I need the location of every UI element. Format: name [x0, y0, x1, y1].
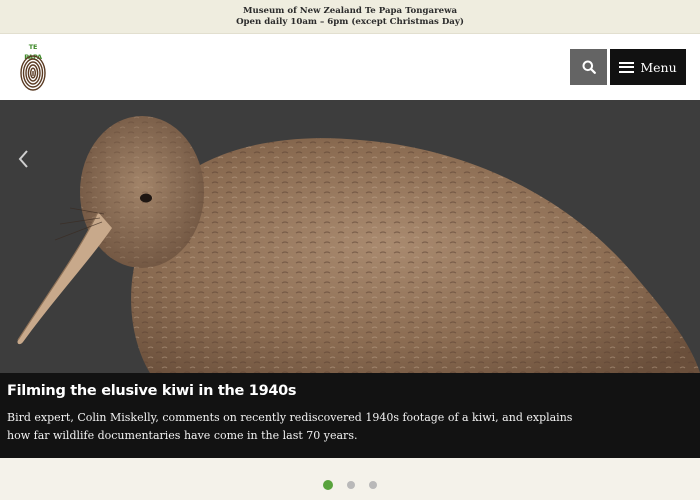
te-papa-logo[interactable]: TE PAPA [19, 42, 47, 94]
hero-carousel[interactable]: Filming the elusive kiwi in the 1940s Bi… [0, 100, 700, 458]
hero-description: Bird expert, Colin Miskelly, comments on… [7, 411, 573, 442]
carousel-pagination [0, 477, 700, 493]
museum-name: Museum of New Zealand Te Papa Tongarewa [242, 6, 458, 16]
previous-slide-button[interactable] [12, 148, 34, 170]
hero-caption: Filming the elusive kiwi in the 1940s Bi… [0, 373, 700, 458]
announcement-bar: Museum of New Zealand Te Papa Tongarewa … [0, 0, 700, 34]
carousel-dot-1[interactable] [323, 480, 333, 490]
chevron-left-icon [18, 150, 28, 168]
search-icon [582, 60, 596, 74]
site-header: TE PAPA Menu [0, 34, 700, 100]
fingerprint-icon [20, 55, 46, 91]
kiwi-bird-image [0, 100, 700, 373]
menu-button[interactable]: Menu [610, 49, 686, 85]
hamburger-icon [619, 61, 635, 73]
logo-text: TE PAPA [24, 43, 42, 61]
carousel-dot-2[interactable] [347, 481, 355, 489]
search-button[interactable] [570, 49, 607, 85]
carousel-dot-3[interactable] [369, 481, 377, 489]
menu-label: Menu [640, 59, 677, 75]
hero-title[interactable]: Filming the elusive kiwi in the 1940s [7, 381, 693, 401]
opening-hours: Open daily 10am – 6pm (except Christmas … [236, 17, 464, 27]
